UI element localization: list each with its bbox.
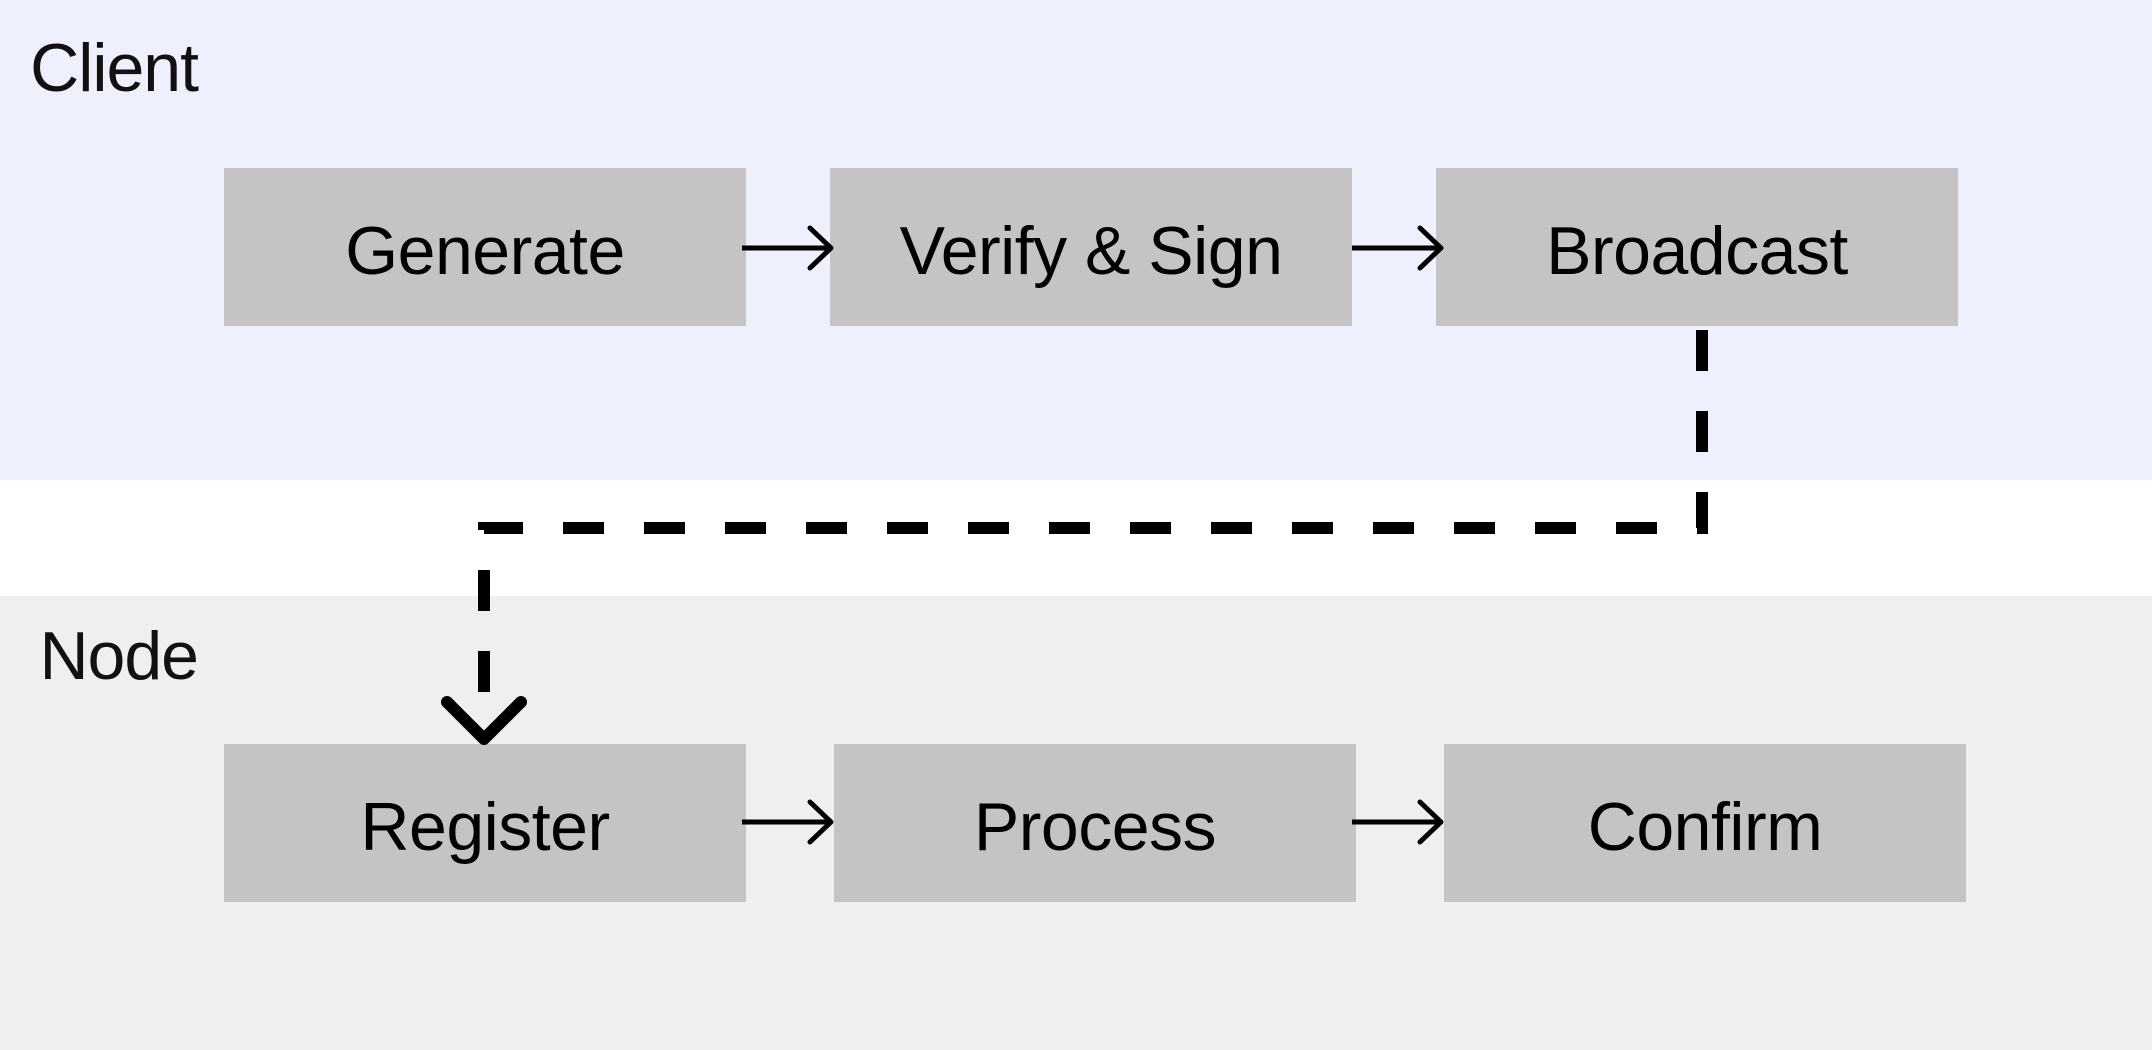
step-label: Broadcast: [1546, 213, 1848, 289]
step-generate[interactable]: Generate: [224, 168, 746, 326]
step-label: Confirm: [1587, 789, 1823, 865]
step-label: Register: [360, 789, 610, 865]
step-register[interactable]: Register: [224, 744, 746, 902]
step-process[interactable]: Process: [834, 744, 1356, 902]
client-lane-label: Client: [30, 30, 199, 106]
step-verify-sign[interactable]: Verify & Sign: [830, 168, 1352, 326]
step-label: Verify & Sign: [899, 213, 1283, 289]
step-broadcast[interactable]: Broadcast: [1436, 168, 1958, 326]
node-lane-label: Node: [39, 618, 199, 694]
step-confirm[interactable]: Confirm: [1444, 744, 1966, 902]
step-label: Process: [973, 789, 1217, 865]
step-label: Generate: [345, 213, 625, 289]
